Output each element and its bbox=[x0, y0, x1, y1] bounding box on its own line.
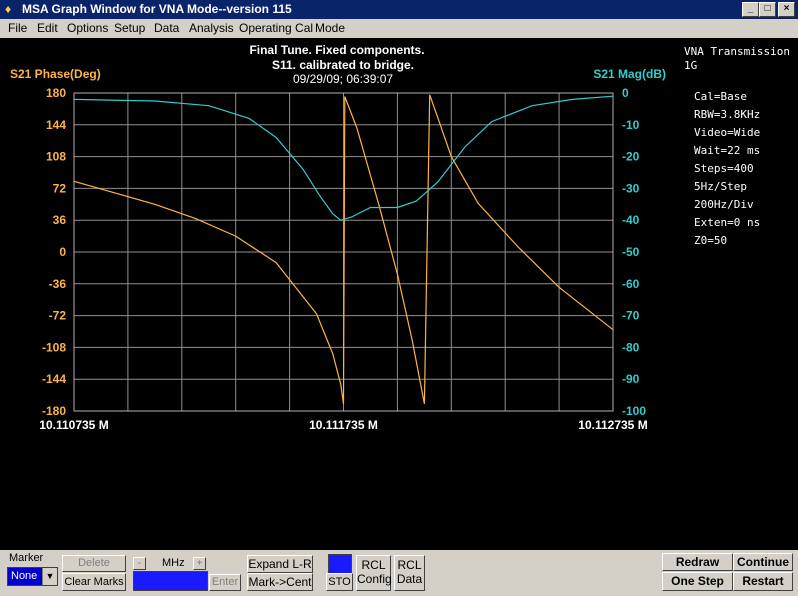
sto-indicator bbox=[328, 554, 352, 574]
control-panel: Marker None ▼ Delete Clear Marks - MHz +… bbox=[0, 550, 798, 596]
setting-item: Video=Wide bbox=[694, 126, 761, 139]
mark-cent-button[interactable]: Mark->Cent bbox=[247, 573, 313, 591]
app-icon: ♦ bbox=[5, 2, 12, 16]
x-tick-label: 10.112735 M bbox=[578, 418, 647, 432]
y-right-tick-label: -80 bbox=[622, 340, 640, 354]
rcl-data-button[interactable]: RCL Data bbox=[394, 555, 425, 591]
redraw-button[interactable]: Redraw bbox=[662, 553, 733, 571]
vna-mode-label: VNA Transmission bbox=[684, 45, 790, 58]
menu-bar: File Edit Options Setup Data Analysis Op… bbox=[0, 19, 798, 38]
y-left-tick-label: -36 bbox=[49, 277, 67, 291]
rcl-data-line-1: RCL bbox=[397, 558, 422, 572]
menu-edit[interactable]: Edit bbox=[37, 21, 58, 35]
y-left-tick-label: -108 bbox=[42, 340, 66, 354]
y-right-tick-label: -60 bbox=[622, 277, 640, 291]
close-button[interactable]: × bbox=[778, 2, 795, 17]
y-left-tick-label: 144 bbox=[46, 118, 66, 132]
y-left-tick-label: 36 bbox=[53, 213, 67, 227]
y-right-tick-label: -70 bbox=[622, 309, 640, 323]
setting-item: 5Hz/Step bbox=[694, 180, 747, 193]
restart-button[interactable]: Restart bbox=[733, 572, 793, 591]
y-right-tick-label: 0 bbox=[622, 86, 629, 100]
rcl-data-line-2: Data bbox=[396, 572, 423, 586]
setting-item: Exten=0 ns bbox=[694, 216, 761, 229]
frequency-minus-button[interactable]: - bbox=[133, 557, 146, 570]
setting-item: Cal=Base bbox=[694, 90, 747, 103]
frequency-plus-button[interactable]: + bbox=[193, 557, 206, 570]
y-axis-right-label: S21 Mag(dB) bbox=[593, 67, 666, 81]
y-right-tick-label: -100 bbox=[622, 404, 646, 418]
graph-area: Final Tune. Fixed components. S11. calib… bbox=[0, 38, 798, 550]
setting-item: RBW=3.8KHz bbox=[694, 108, 761, 121]
setting-item: Z0=50 bbox=[694, 234, 728, 247]
y-left-tick-label: -72 bbox=[49, 309, 67, 323]
y-right-tick-label: -20 bbox=[622, 150, 640, 164]
y-right-tick-label: -10 bbox=[622, 118, 640, 132]
maximize-button[interactable]: □ bbox=[759, 2, 776, 17]
delete-button[interactable]: Delete bbox=[62, 555, 126, 572]
setting-item: Wait=22 ms bbox=[694, 144, 761, 157]
expand-lr-button[interactable]: Expand L-R bbox=[247, 555, 313, 573]
setting-item: Steps=400 bbox=[694, 162, 754, 175]
y-right-tick-label: -30 bbox=[622, 181, 640, 195]
x-tick-label: 10.111735 M bbox=[309, 418, 378, 432]
menu-setup[interactable]: Setup bbox=[114, 21, 145, 35]
y-left-tick-label: 72 bbox=[53, 181, 67, 195]
y-left-tick-label: 108 bbox=[46, 150, 66, 164]
y-right-tick-label: -40 bbox=[622, 213, 640, 227]
y-right-tick-label: -90 bbox=[622, 372, 640, 386]
y-right-tick-label: -50 bbox=[622, 245, 640, 259]
enter-button[interactable]: Enter bbox=[209, 574, 241, 591]
menu-mode[interactable]: Mode bbox=[315, 21, 345, 35]
y-left-tick-label: 0 bbox=[59, 245, 66, 259]
clear-marks-button[interactable]: Clear Marks bbox=[62, 573, 126, 591]
header-line-1: Final Tune. Fixed components. bbox=[249, 43, 424, 57]
menu-file[interactable]: File bbox=[8, 21, 27, 35]
sto-button[interactable]: STO bbox=[326, 573, 353, 591]
y-left-tick-label: -144 bbox=[42, 372, 66, 386]
header-line-3: 09/29/09; 06:39:07 bbox=[293, 72, 393, 86]
one-step-button[interactable]: One Step bbox=[662, 572, 733, 591]
rcl-config-line-2: Config bbox=[357, 572, 392, 586]
marker-select-value: None bbox=[11, 570, 38, 582]
setting-item: 200Hz/Div bbox=[694, 198, 754, 211]
window-title: MSA Graph Window for VNA Mode--version 1… bbox=[22, 2, 292, 16]
chart-svg: Final Tune. Fixed components. S11. calib… bbox=[10, 43, 666, 432]
marker-select[interactable]: None ▼ bbox=[7, 567, 58, 586]
y-axis-left-label: S21 Phase(Deg) bbox=[10, 67, 101, 81]
marker-frequency-input[interactable] bbox=[133, 571, 208, 591]
menu-options[interactable]: Options bbox=[67, 21, 108, 35]
minimize-button[interactable]: _ bbox=[742, 2, 759, 17]
title-bar: ♦ MSA Graph Window for VNA Mode--version… bbox=[0, 0, 798, 19]
x-tick-label: 10.110735 M bbox=[39, 418, 108, 432]
chevron-down-icon[interactable]: ▼ bbox=[42, 568, 57, 585]
rcl-config-button[interactable]: RCL Config bbox=[356, 555, 392, 591]
menu-analysis[interactable]: Analysis bbox=[189, 21, 234, 35]
frequency-unit-label: MHz bbox=[162, 557, 185, 569]
y-left-tick-label: 180 bbox=[46, 86, 66, 100]
y-left-tick-label: -180 bbox=[42, 404, 66, 418]
vna-path-label: 1G bbox=[684, 59, 698, 72]
menu-data[interactable]: Data bbox=[154, 21, 179, 35]
marker-label: Marker bbox=[9, 552, 44, 564]
menu-operating-cal[interactable]: Operating Cal bbox=[239, 21, 313, 35]
rcl-config-line-1: RCL bbox=[361, 558, 386, 572]
header-line-2: S11. calibrated to bridge. bbox=[272, 58, 414, 72]
continue-button[interactable]: Continue bbox=[733, 553, 793, 571]
